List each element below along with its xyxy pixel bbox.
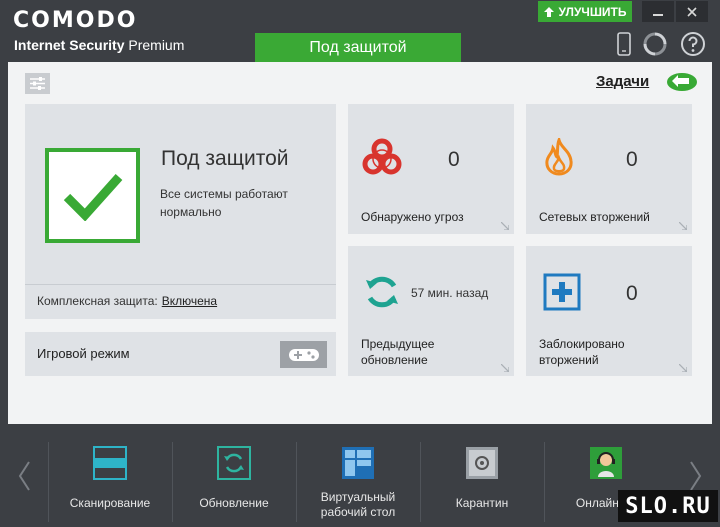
mobile-button[interactable]	[611, 31, 637, 57]
close-icon	[687, 6, 697, 17]
update-label: Обновление	[199, 496, 269, 510]
plus-box-icon	[543, 273, 581, 316]
chevron-right-icon	[690, 461, 702, 491]
blocked-intrusions-caption: Заблокировано вторжений	[539, 337, 625, 367]
game-mode-label: Игровой режим	[37, 346, 130, 361]
threats-detected-tile[interactable]: 0 Обнаружено угроз	[348, 104, 514, 234]
quarantine-task[interactable]: Карантин	[420, 424, 544, 527]
game-mode-card: Игровой режим	[25, 332, 336, 376]
tasks-link[interactable]: Задачи	[596, 73, 649, 90]
virtual-desktop-icon	[342, 447, 374, 479]
game-mode-toggle[interactable]	[280, 341, 327, 368]
threats-count: 0	[448, 148, 460, 171]
app-logo: COMODO	[13, 8, 138, 33]
main-panel: Задачи Под защитой Все системы работают …	[8, 62, 712, 424]
gamepad-icon	[288, 348, 319, 361]
quarantine-label: Карантин	[455, 496, 509, 510]
scan-label: Сканирование	[69, 496, 151, 510]
protection-summary-card: Под защитой Все системы работают нормаль…	[25, 104, 336, 319]
virtual-desktop-label: Виртуальный рабочий стол	[320, 490, 396, 519]
close-button[interactable]	[676, 1, 708, 22]
minimize-icon	[653, 13, 663, 16]
card-divider	[25, 284, 336, 285]
refresh-icon	[362, 272, 402, 317]
last-update-caption: Предыдущее обновление	[361, 337, 435, 367]
network-intrusions-tile[interactable]: 0 Сетевых вторжений	[526, 104, 692, 234]
tasks-arrow-icon	[667, 73, 697, 91]
checkmark-icon	[63, 173, 122, 221]
corner-arrow-icon	[679, 222, 687, 230]
blocked-intrusions-count: 0	[626, 282, 638, 305]
quarantine-icon	[466, 447, 498, 479]
network-intrusions-caption: Сетевых вторжений	[539, 210, 650, 224]
sliders-icon	[30, 77, 45, 90]
threats-caption: Обнаружено угроз	[361, 210, 464, 224]
product-name-main: Internet Security	[14, 37, 125, 53]
protection-description: Все системы работают нормально	[160, 187, 288, 219]
protection-mode-link[interactable]: Включена	[162, 294, 217, 308]
fire-icon	[542, 135, 576, 181]
arrow-up-icon	[543, 6, 554, 17]
support-agent-icon	[590, 447, 622, 479]
corner-arrow-icon	[501, 222, 509, 230]
biohazard-icon	[362, 137, 402, 182]
corner-arrow-icon	[501, 364, 509, 372]
blocked-intrusions-tile[interactable]: 0 Заблокировано вторжений	[526, 246, 692, 376]
chevron-left-icon	[18, 461, 30, 491]
protection-mode-label: Комплексная защита:	[37, 294, 158, 308]
help-button[interactable]	[680, 31, 706, 57]
watermark-logo: SLO.RU	[618, 490, 718, 522]
scan-icon	[93, 446, 127, 480]
scan-task[interactable]: Сканирование	[48, 424, 172, 527]
mobile-icon	[617, 32, 631, 56]
last-update-tile[interactable]: 57 мин. назад Предыдущее обновление	[348, 246, 514, 376]
upgrade-label: УЛУЧШИТЬ	[558, 4, 627, 19]
upgrade-button[interactable]: УЛУЧШИТЬ	[538, 1, 632, 22]
virtual-desktop-task[interactable]: Виртуальный рабочий стол	[296, 424, 420, 527]
network-intrusions-count: 0	[626, 148, 638, 171]
product-name: Internet Security Premium	[14, 37, 184, 53]
protection-mode-row: Комплексная защита: Включена	[37, 294, 217, 308]
tasks-button[interactable]	[666, 71, 698, 98]
sync-button[interactable]	[642, 31, 668, 57]
status-tab[interactable]: Под защитой	[255, 33, 461, 62]
update-icon	[217, 446, 251, 480]
corner-arrow-icon	[679, 364, 687, 372]
minimize-button[interactable]	[642, 1, 674, 22]
protection-state: Под защитой	[161, 147, 289, 170]
sync-icon	[643, 32, 667, 56]
title-bar: COMODO Internet Security Premium УЛУЧШИТ…	[0, 0, 720, 62]
product-edition: Premium	[128, 37, 185, 53]
help-icon	[681, 32, 705, 56]
scroll-left-button[interactable]	[14, 456, 34, 496]
protected-check-box	[45, 148, 140, 243]
task-bar: Сканирование Обновление Виртуальный рабо…	[0, 424, 720, 527]
last-update-time: 57 мин. назад	[411, 286, 489, 300]
update-task[interactable]: Обновление	[172, 424, 296, 527]
customize-button[interactable]	[25, 73, 50, 94]
